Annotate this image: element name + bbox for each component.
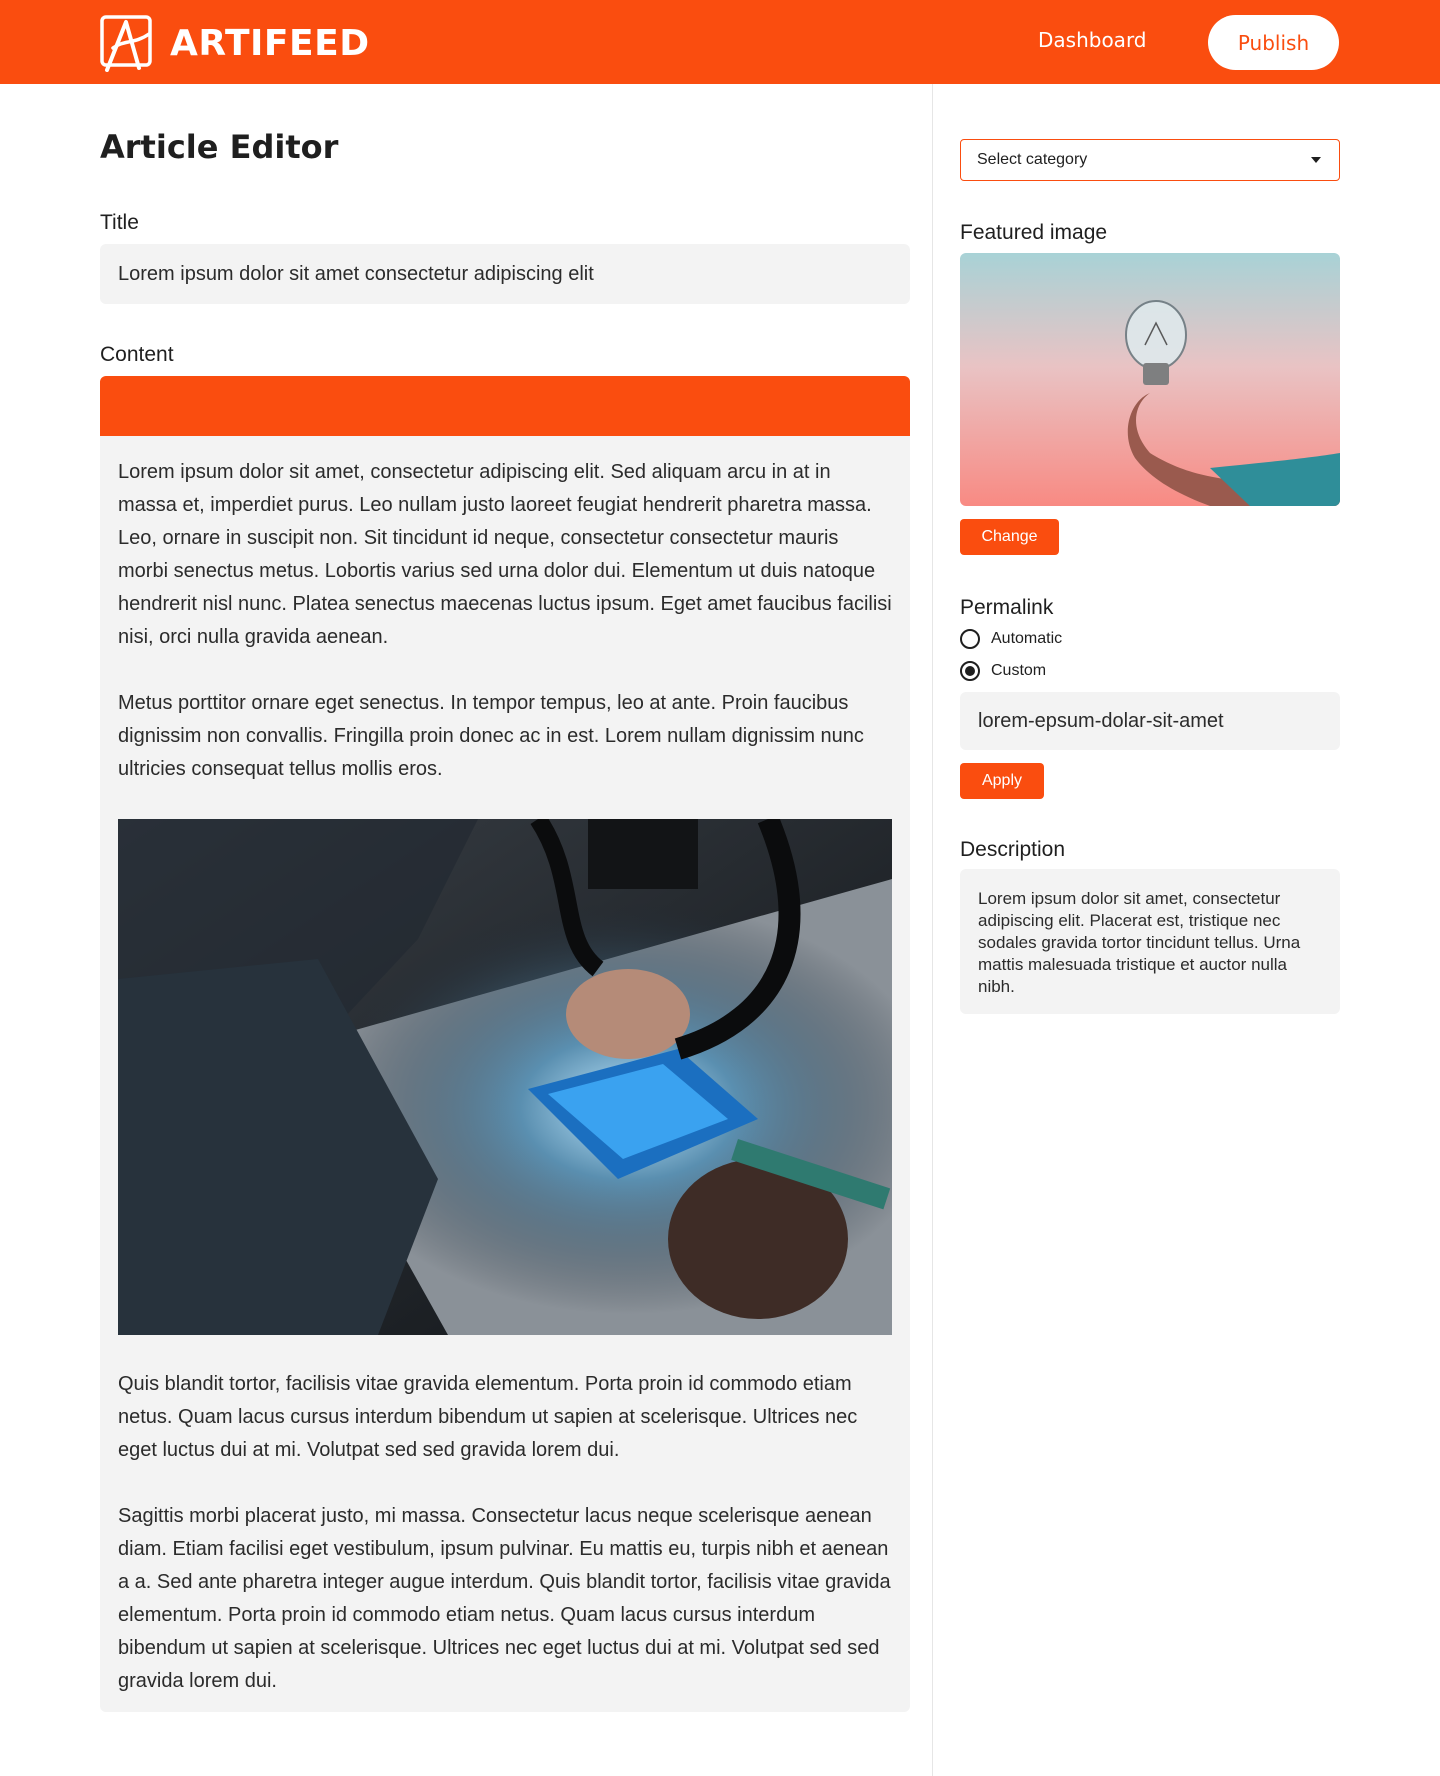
content-paragraph: Sagittis morbi placerat justo, mi massa.… xyxy=(118,1505,891,1692)
radio-checked-icon[interactable] xyxy=(960,661,980,681)
page-title: Article Editor xyxy=(100,128,339,166)
featured-image xyxy=(960,253,1340,506)
content-paragraph: Quis blandit tortor, facilisis vitae gra… xyxy=(118,1373,858,1461)
article-inline-image xyxy=(118,819,892,1335)
apply-button[interactable]: Apply xyxy=(960,763,1044,799)
radio-automatic-label: Automatic xyxy=(991,630,1063,647)
artifeed-logo-icon xyxy=(100,15,152,72)
permalink-label: Permalink xyxy=(960,596,1054,619)
permalink-input[interactable]: lorem-epsum-dolar-sit-amet xyxy=(960,692,1340,750)
publish-button[interactable]: Publish xyxy=(1208,15,1339,70)
sidebar-divider xyxy=(932,84,933,1776)
description-label: Description xyxy=(960,838,1066,861)
featured-image-label: Featured image xyxy=(960,221,1108,244)
content-paragraph: Lorem ipsum dolor sit amet, consectetur … xyxy=(118,461,892,648)
radio-custom[interactable]: Custom xyxy=(960,661,1046,681)
radio-automatic[interactable]: Automatic xyxy=(960,629,1062,649)
content-paragraph: Metus porttitor ornare eget senectus. In… xyxy=(118,692,864,780)
brand-logo[interactable]: ARTIFEED xyxy=(99,14,370,72)
title-label: Title xyxy=(100,211,139,234)
editor-toolbar[interactable] xyxy=(100,376,910,436)
radio-custom-label: Custom xyxy=(991,662,1047,679)
title-input[interactable]: Lorem ipsum dolor sit amet consectetur a… xyxy=(100,244,910,304)
content-editor[interactable]: Lorem ipsum dolor sit amet, consectetur … xyxy=(100,436,910,1712)
change-image-button[interactable]: Change xyxy=(960,519,1059,555)
category-select[interactable]: Select category xyxy=(960,139,1340,181)
top-navbar: ARTIFEED Dashboard Publish xyxy=(0,0,1440,84)
category-select-value: Select category xyxy=(977,151,1088,168)
content-label: Content xyxy=(100,343,174,366)
caret-down-icon xyxy=(1311,157,1321,163)
description-textarea[interactable]: Lorem ipsum dolor sit amet, consectetur … xyxy=(960,869,1340,1014)
radio-unchecked-icon[interactable] xyxy=(960,629,980,649)
brand-name: ARTIFEED xyxy=(170,22,370,64)
nav-dashboard-link[interactable]: Dashboard xyxy=(1038,28,1147,52)
